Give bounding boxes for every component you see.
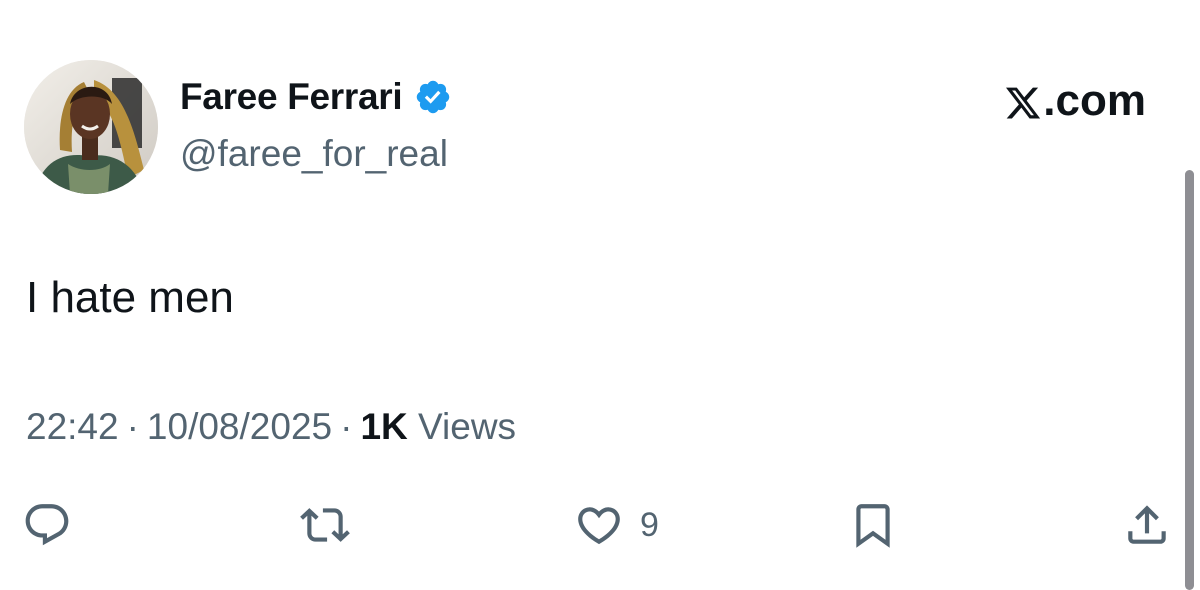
views-count: 1K <box>360 406 408 447</box>
like-count: 9 <box>640 505 659 544</box>
brand-logo: .com <box>1004 76 1146 126</box>
tweet-text: I hate men <box>26 273 234 322</box>
author-display-name[interactable]: Faree Ferrari <box>180 76 403 118</box>
heart-icon <box>574 500 624 550</box>
brand-domain-text: .com <box>1043 76 1146 125</box>
views-label: Views <box>418 406 517 447</box>
tweet-time[interactable]: 22:42 <box>26 406 119 447</box>
bookmark-icon <box>848 500 898 550</box>
reply-icon <box>22 500 72 550</box>
meta-separator: · <box>340 406 353 447</box>
avatar[interactable] <box>24 60 158 194</box>
bookmark-button[interactable] <box>848 500 898 550</box>
share-icon <box>1122 500 1172 550</box>
scrollbar-thumb[interactable] <box>1185 170 1194 590</box>
tweet-meta: 22:42 · 10/08/2025 · 1K Views <box>26 406 516 448</box>
verified-badge-icon <box>414 78 452 116</box>
reply-button[interactable] <box>22 500 72 550</box>
retweet-icon <box>300 500 350 550</box>
share-button[interactable] <box>1122 500 1172 550</box>
like-button[interactable]: 9 <box>574 500 659 550</box>
retweet-button[interactable] <box>300 500 350 550</box>
meta-separator: · <box>126 406 139 447</box>
author-handle[interactable]: @faree_for_real <box>180 133 448 175</box>
author-display-name-row[interactable]: Faree Ferrari <box>180 76 452 118</box>
tweet-date[interactable]: 10/08/2025 <box>147 406 332 447</box>
x-logo-icon <box>1004 83 1042 121</box>
